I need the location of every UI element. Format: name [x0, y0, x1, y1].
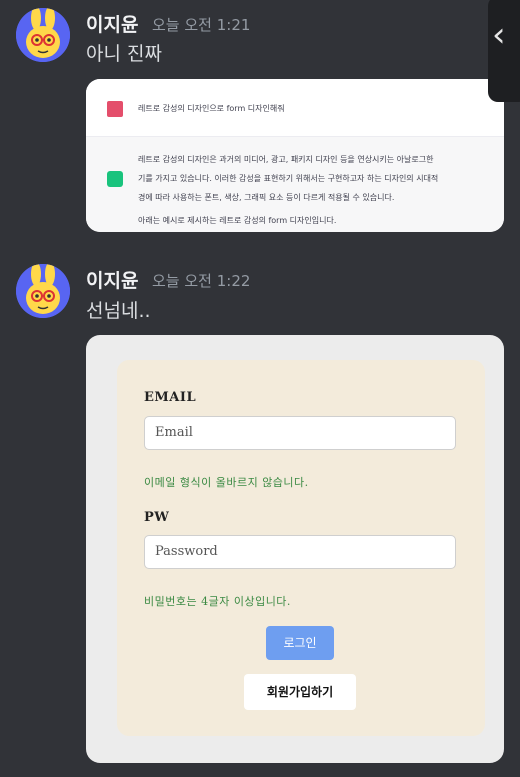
signup-button[interactable]: 회원가입하기 [244, 674, 356, 710]
reply-line: 아래는 예시로 제시하는 레트로 감성의 form 디자인입니다. [138, 216, 337, 225]
username[interactable]: 이지윤 [86, 10, 138, 37]
reply-line: 경에 따라 사용하는 폰트, 색상, 그래픽 요소 등이 다르게 적용될 수 있… [138, 193, 395, 202]
chevron-left-icon[interactable]: ‹ [492, 18, 506, 52]
email-field[interactable]: Email [144, 416, 456, 450]
email-label: EMAIL [144, 390, 197, 405]
password-error: 비밀번호는 4글자 이상입니다. [144, 595, 291, 608]
username[interactable]: 이지윤 [86, 266, 138, 293]
login-form-panel: EMAIL Email 이메일 형식이 올바르지 않습니다. PW Passwo… [117, 360, 485, 736]
login-button[interactable]: 로그인 [266, 626, 334, 660]
pw-label: PW [144, 510, 170, 525]
image-attachment-form[interactable]: EMAIL Email 이메일 형식이 올바르지 않습니다. PW Passwo… [86, 335, 504, 763]
timestamp: 오늘 오전 1:22 [152, 272, 251, 290]
user-icon [107, 101, 123, 117]
email-error: 이메일 형식이 올바르지 않습니다. [144, 476, 309, 489]
timestamp: 오늘 오전 1:21 [152, 16, 251, 34]
password-field[interactable]: Password [144, 535, 456, 569]
chatgpt-logo-icon [107, 171, 123, 187]
rabbit-avatar-icon [16, 264, 70, 318]
message-text: 선넘네.. [86, 300, 151, 322]
prompt-text: 레트로 감성의 디자인으로 form 디자인해줘 [138, 104, 285, 113]
user-avatar[interactable] [16, 264, 70, 318]
reply-line: 레트로 감성의 디자인은 과거의 미디어, 광고, 패키지 디자인 등을 연상시… [138, 155, 434, 164]
image-attachment-chatgpt[interactable]: 레트로 감성의 디자인으로 form 디자인해줘 레트로 감성의 디자인은 과거… [86, 79, 504, 232]
reply-line: 기를 가지고 있습니다. 이러한 감성을 표현하기 위해서는 구현하고자 하는 … [138, 174, 439, 183]
message-text: 아니 진짜 [86, 43, 162, 65]
rabbit-avatar-icon [16, 8, 70, 62]
user-avatar[interactable] [16, 8, 70, 62]
